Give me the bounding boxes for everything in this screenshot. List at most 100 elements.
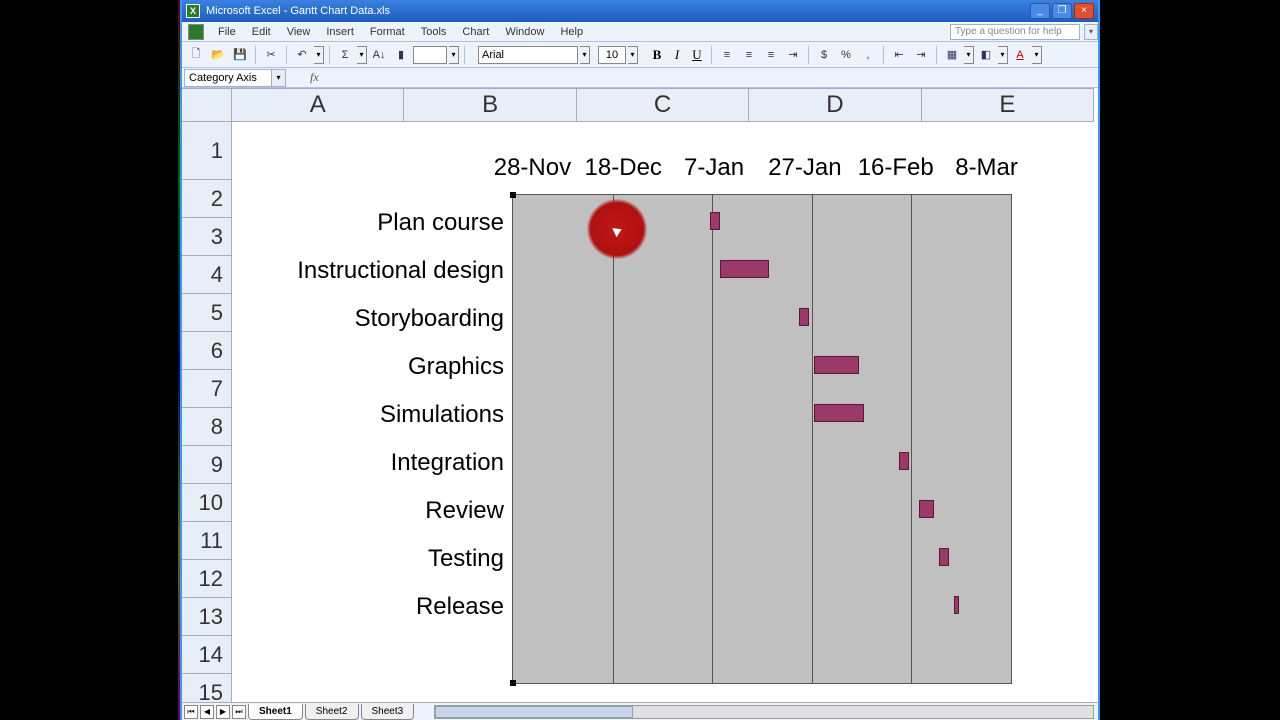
row-header[interactable]: 14 — [182, 636, 231, 674]
close-button[interactable]: × — [1074, 3, 1094, 19]
y-tick: Testing — [428, 545, 504, 573]
percent-icon[interactable]: % — [836, 45, 856, 65]
selection-handle[interactable] — [510, 680, 516, 686]
menu-window[interactable]: Window — [497, 24, 552, 40]
align-center-icon[interactable]: ≡ — [739, 45, 759, 65]
help-search-dropdown[interactable]: ▾ — [1084, 24, 1098, 40]
col-header[interactable]: E — [922, 89, 1094, 121]
sort-asc-icon[interactable]: A↓ — [369, 45, 389, 65]
tab-nav-prev[interactable]: ◀ — [200, 705, 214, 719]
align-left-icon[interactable]: ≡ — [717, 45, 737, 65]
menu-chart[interactable]: Chart — [454, 24, 497, 40]
open-icon[interactable]: 📂 — [208, 45, 228, 65]
merge-center-icon[interactable]: ⇥ — [783, 45, 803, 65]
tab-nav-next[interactable]: ▶ — [216, 705, 230, 719]
autosum-icon[interactable]: Σ — [335, 45, 355, 65]
row-header[interactable]: 5 — [182, 294, 231, 332]
x-tick: 7-Jan — [669, 154, 760, 186]
col-header[interactable]: B — [404, 89, 576, 121]
fill-dropdown[interactable]: ▾ — [998, 46, 1008, 64]
underline-button[interactable]: U — [688, 46, 706, 64]
menu-help[interactable]: Help — [552, 24, 591, 40]
name-box[interactable]: Category Axis — [184, 69, 272, 87]
gantt-bar[interactable] — [814, 404, 864, 422]
menu-view[interactable]: View — [279, 24, 319, 40]
increase-indent-icon[interactable]: ⇥ — [911, 45, 931, 65]
font-name-dropdown[interactable]: ▾ — [580, 46, 590, 64]
borders-icon[interactable]: ▦ — [942, 45, 962, 65]
menu-insert[interactable]: Insert — [318, 24, 362, 40]
gantt-bar[interactable] — [799, 308, 809, 326]
cut-icon[interactable]: ✂ — [261, 45, 281, 65]
fill-color-swatch[interactable] — [413, 46, 447, 64]
sheet-tab[interactable]: Sheet3 — [361, 704, 415, 720]
undo-dropdown[interactable]: ▾ — [314, 46, 324, 64]
name-box-dropdown[interactable]: ▾ — [272, 69, 286, 87]
save-icon[interactable]: 💾 — [230, 45, 250, 65]
gantt-bar[interactable] — [899, 452, 909, 470]
row-header[interactable]: 1 — [182, 122, 231, 180]
minimize-button[interactable]: _ — [1030, 3, 1050, 19]
row-header[interactable]: 4 — [182, 256, 231, 294]
font-size-box[interactable]: 10 — [598, 46, 626, 64]
row-header[interactable]: 6 — [182, 332, 231, 370]
col-header[interactable]: C — [577, 89, 749, 121]
chart-wizard-icon[interactable]: ▮ — [391, 45, 411, 65]
font-color-dropdown[interactable]: ▾ — [1032, 46, 1042, 64]
row-header[interactable]: 2 — [182, 180, 231, 218]
select-all-corner[interactable] — [182, 88, 232, 122]
x-axis[interactable]: 28-Nov 18-Dec 7-Jan 27-Jan 16-Feb 8-Mar — [487, 154, 1032, 186]
autosum-dropdown[interactable]: ▾ — [357, 46, 367, 64]
font-name-box[interactable]: Arial — [478, 46, 578, 64]
gantt-bar[interactable] — [720, 260, 770, 278]
gantt-chart[interactable]: 28-Nov 18-Dec 7-Jan 27-Jan 16-Feb 8-Mar … — [262, 154, 1032, 684]
menu-tools[interactable]: Tools — [413, 24, 455, 40]
tab-nav-last[interactable]: ⏭ — [232, 705, 246, 719]
horizontal-scrollbar[interactable] — [434, 705, 1094, 719]
x-tick: 16-Feb — [850, 154, 941, 186]
row-header[interactable]: 10 — [182, 484, 231, 522]
selection-handle[interactable] — [510, 192, 516, 198]
row-header[interactable]: 9 — [182, 446, 231, 484]
row-header[interactable]: 8 — [182, 408, 231, 446]
currency-icon[interactable]: $ — [814, 45, 834, 65]
menu-file[interactable]: File — [210, 24, 244, 40]
align-right-icon[interactable]: ≡ — [761, 45, 781, 65]
undo-icon[interactable]: ↶ — [292, 45, 312, 65]
tab-nav-first[interactable]: ⏮ — [184, 705, 198, 719]
row-header[interactable]: 3 — [182, 218, 231, 256]
gantt-bar[interactable] — [814, 356, 859, 374]
gantt-bar[interactable] — [919, 500, 934, 518]
comma-icon[interactable]: , — [858, 45, 878, 65]
sheet-tab[interactable]: Sheet1 — [248, 704, 303, 720]
menu-edit[interactable]: Edit — [244, 24, 279, 40]
y-tick: Graphics — [408, 353, 504, 381]
bold-button[interactable]: B — [648, 46, 666, 64]
gantt-bar[interactable] — [939, 548, 949, 566]
row-header[interactable]: 12 — [182, 560, 231, 598]
maximize-button[interactable]: ❐ — [1052, 3, 1072, 19]
gantt-bar[interactable] — [954, 596, 959, 614]
font-size-dropdown[interactable]: ▾ — [628, 46, 638, 64]
col-header[interactable]: A — [232, 89, 404, 121]
scroll-thumb[interactable] — [435, 706, 632, 718]
worksheet-area: A B C D E 1 2 3 4 5 6 7 8 9 10 11 12 13 … — [182, 88, 1098, 702]
fill-icon[interactable]: ◧ — [976, 45, 996, 65]
gantt-bar[interactable] — [710, 212, 720, 230]
borders-dropdown[interactable]: ▾ — [964, 46, 974, 64]
new-icon[interactable]: 🗋 — [186, 45, 206, 65]
y-tick: Storyboarding — [355, 305, 504, 333]
decrease-indent-icon[interactable]: ⇤ — [889, 45, 909, 65]
fill-color-dropdown[interactable]: ▾ — [449, 46, 459, 64]
row-header[interactable]: 11 — [182, 522, 231, 560]
col-header[interactable]: D — [749, 89, 921, 121]
menu-format[interactable]: Format — [362, 24, 413, 40]
italic-button[interactable]: I — [668, 46, 686, 64]
plot-area[interactable] — [512, 194, 1012, 684]
sheet-tab[interactable]: Sheet2 — [305, 704, 359, 720]
help-search-box[interactable]: Type a question for help — [950, 24, 1080, 40]
row-header[interactable]: 13 — [182, 598, 231, 636]
row-header[interactable]: 7 — [182, 370, 231, 408]
font-color-icon[interactable]: A — [1010, 45, 1030, 65]
fx-icon[interactable]: fx — [310, 70, 319, 85]
